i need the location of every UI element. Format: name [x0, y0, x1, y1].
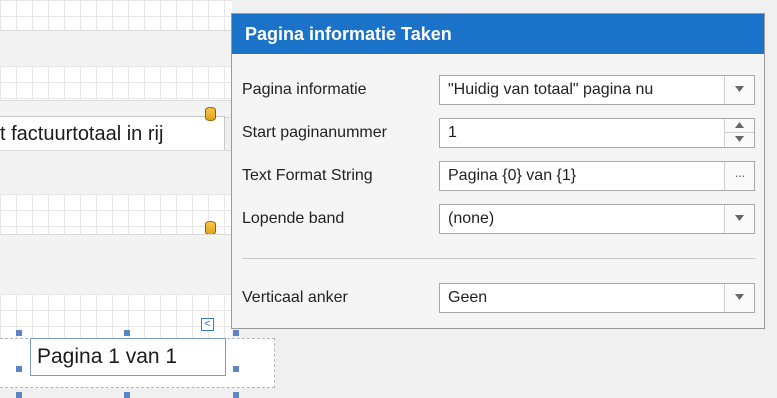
- running-band-label: Lopende band: [242, 210, 345, 227]
- number-spinner[interactable]: [724, 119, 754, 147]
- text-format-string-label: Text Format String: [242, 167, 373, 184]
- vertical-anchor-label: Verticaal anker: [242, 289, 348, 306]
- chevron-down-icon: [735, 215, 744, 221]
- start-page-number-input[interactable]: 1: [439, 118, 755, 148]
- tasks-panel-title: Pagina informatie Taken: [232, 14, 764, 54]
- task-row-text-format-string: Text Format String Pagina {0} van {1} ··…: [242, 161, 756, 191]
- report-label-field[interactable]: t factuurtotaal in rij: [0, 116, 225, 152]
- report-band[interactable]: [0, 194, 232, 235]
- section-divider: [242, 258, 756, 259]
- task-row-page-info: Pagina informatie "Huidig van totaal" pa…: [242, 75, 756, 105]
- text-format-string-input[interactable]: Pagina {0} van {1} ···: [439, 161, 755, 191]
- resize-handle[interactable]: [233, 366, 239, 372]
- vertical-anchor-value: Geen: [448, 289, 488, 306]
- page-info-control[interactable]: Pagina 1 van 1: [30, 338, 226, 376]
- chevron-up-icon: [735, 122, 744, 128]
- chevron-down-icon: [735, 136, 744, 142]
- page-info-label: Pagina informatie: [242, 81, 367, 98]
- dropdown-button[interactable]: [724, 205, 754, 233]
- page-info-value: "Huidig van totaal" pagina nu: [448, 81, 654, 98]
- report-label-text: t factuurtotaal in rij: [0, 123, 164, 145]
- page-info-tasks-panel: Pagina informatie Taken Pagina informati…: [231, 13, 765, 329]
- band-separator: [0, 150, 232, 196]
- start-page-number-value: 1: [448, 124, 457, 141]
- page-footer-band[interactable]: [0, 294, 232, 339]
- dropdown-button[interactable]: [724, 76, 754, 104]
- resize-handle[interactable]: [16, 330, 22, 336]
- report-band[interactable]: [0, 66, 232, 101]
- start-page-number-label: Start paginanummer: [242, 124, 387, 141]
- resize-handle[interactable]: [16, 366, 22, 372]
- resize-handle[interactable]: [124, 392, 130, 398]
- task-row-running-band: Lopende band (none): [242, 204, 756, 234]
- band-separator: [0, 30, 232, 68]
- report-band-top[interactable]: [0, 0, 232, 31]
- resize-handle[interactable]: [233, 330, 239, 336]
- resize-handle[interactable]: [16, 392, 22, 398]
- running-band-value: (none): [448, 210, 495, 227]
- vertical-anchor-select[interactable]: Geen: [439, 283, 755, 313]
- task-row-start-page-number: Start paginanummer 1: [242, 118, 756, 148]
- chevron-down-icon: [735, 294, 744, 300]
- running-band-select[interactable]: (none): [439, 204, 755, 234]
- tasks-panel-body: Pagina informatie "Huidig van totaal" pa…: [232, 54, 764, 328]
- ellipsis-icon: ···: [734, 168, 746, 183]
- smart-tag-button[interactable]: <: [201, 318, 214, 331]
- database-field-icon: [205, 221, 216, 235]
- resize-handle[interactable]: [233, 392, 239, 398]
- band-separator: [0, 234, 232, 296]
- spin-up-button[interactable]: [725, 119, 754, 133]
- page-info-select[interactable]: "Huidig van totaal" pagina nu: [439, 75, 755, 105]
- spin-down-button[interactable]: [725, 133, 754, 146]
- ellipsis-button[interactable]: ···: [724, 162, 754, 190]
- dropdown-button[interactable]: [724, 284, 754, 312]
- page-info-text: Pagina 1 van 1: [37, 345, 178, 368]
- database-field-icon: [205, 107, 216, 121]
- chevron-left-icon: <: [204, 318, 211, 330]
- resize-handle[interactable]: [124, 330, 130, 336]
- text-format-string-value: Pagina {0} van {1}: [448, 167, 577, 184]
- task-row-vertical-anchor: Verticaal anker Geen: [242, 283, 756, 313]
- chevron-down-icon: [735, 86, 744, 92]
